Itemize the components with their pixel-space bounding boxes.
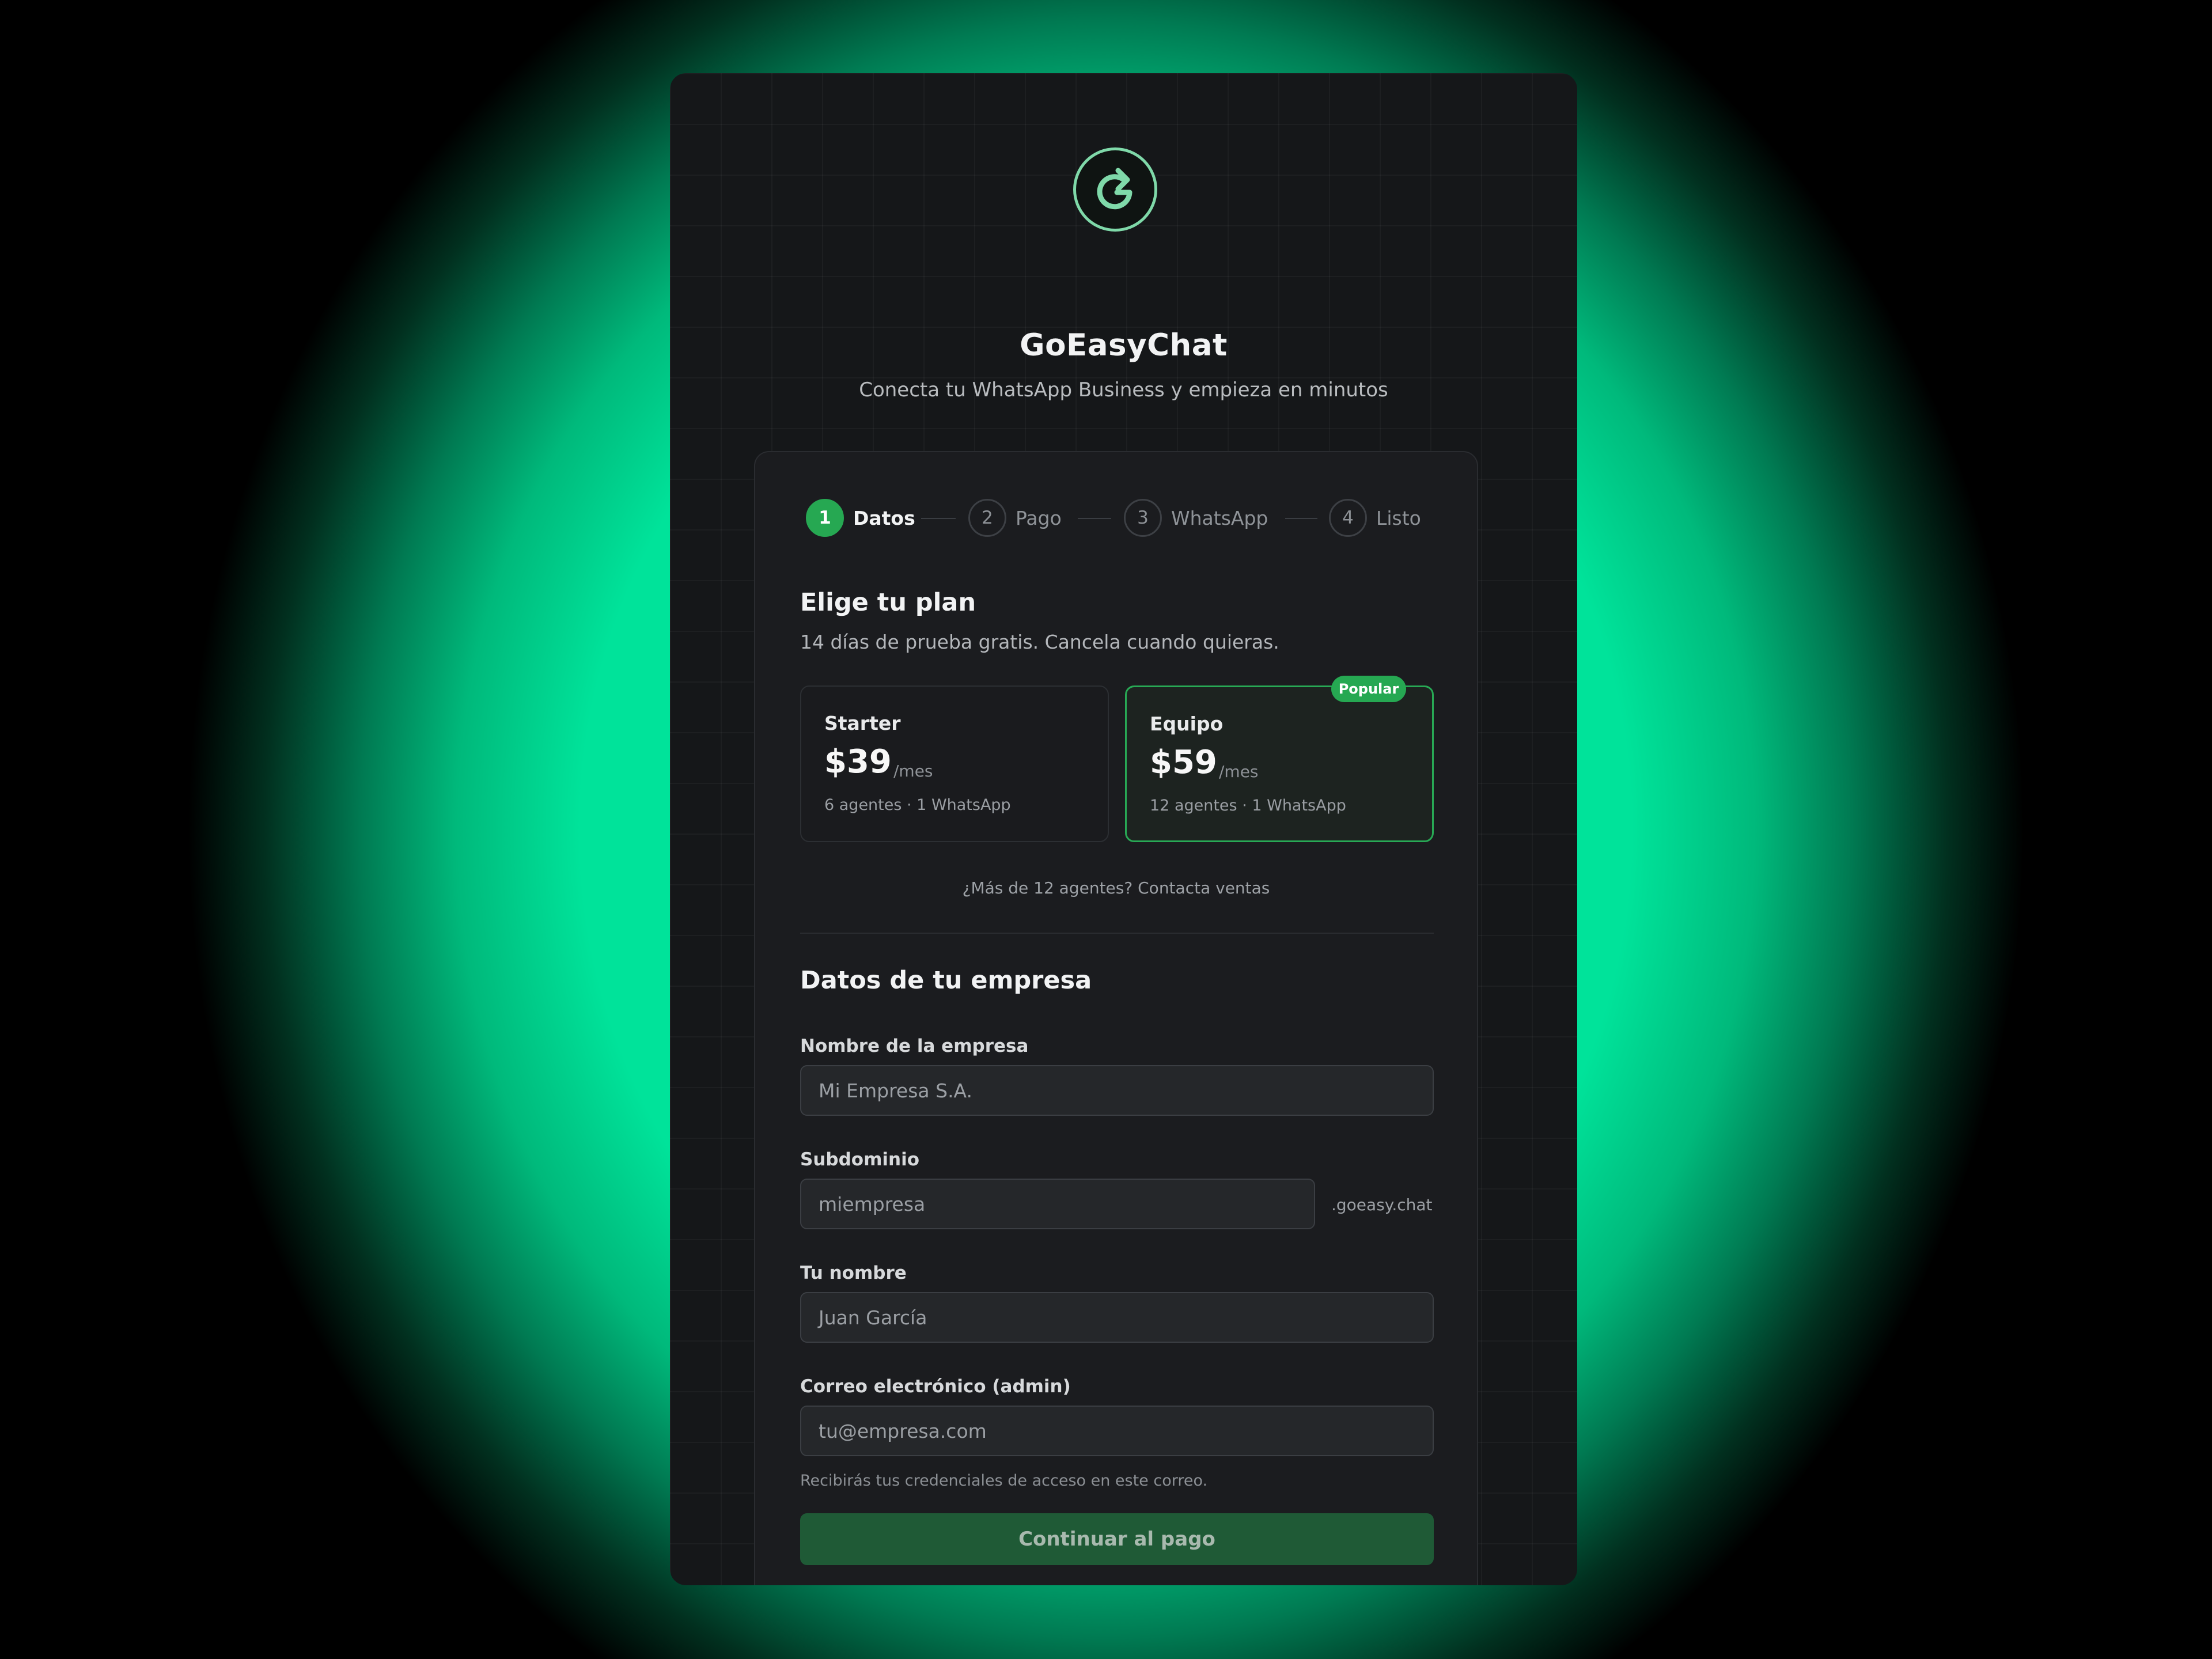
email-label: Correo electrónico (admin) xyxy=(800,1376,1071,1397)
continue-to-payment-button[interactable]: Continuar al pago xyxy=(800,1513,1434,1565)
step-connector xyxy=(1078,518,1111,519)
plan-description: 12 agentes · 1 WhatsApp xyxy=(1150,797,1346,815)
plan-price: $59 xyxy=(1150,744,1217,781)
step-number: 3 xyxy=(1124,499,1162,537)
stepper: 1 Datos 2 Pago 3 WhatsApp 4 Listo xyxy=(755,497,1477,539)
step-number: 2 xyxy=(968,499,1006,537)
step-datos[interactable]: 1 Datos xyxy=(806,497,915,539)
plan-card-equipo[interactable]: Equipo $59 /mes 12 agentes · 1 WhatsApp xyxy=(1125,685,1434,842)
plan-period: /mes xyxy=(1219,762,1259,781)
brand-logo xyxy=(1073,147,1157,232)
plan-price: $39 xyxy=(824,743,892,781)
your-name-input[interactable]: Juan García xyxy=(800,1292,1434,1343)
step-connector xyxy=(1285,518,1317,519)
header: GoEasyChat Conecta tu WhatsApp Business … xyxy=(670,73,1577,442)
contact-sales-link[interactable]: ¿Más de 12 agentes? Contacta ventas xyxy=(755,878,1477,897)
app-title: GoEasyChat xyxy=(1020,328,1228,363)
step-number: 4 xyxy=(1329,499,1367,537)
step-whatsapp[interactable]: 3 WhatsApp xyxy=(1124,497,1268,539)
company-section-title: Datos de tu empresa xyxy=(800,966,1092,995)
step-number: 1 xyxy=(806,499,844,537)
email-input[interactable]: tu@empresa.com xyxy=(800,1406,1434,1456)
step-label: Pago xyxy=(1016,506,1062,529)
step-label: Listo xyxy=(1376,506,1421,529)
subdomain-suffix: .goeasy.chat xyxy=(1331,1195,1433,1214)
subdomain-input[interactable]: miempresa xyxy=(800,1179,1315,1229)
subdomain-label: Subdominio xyxy=(800,1149,919,1170)
company-name-label: Nombre de la empresa xyxy=(800,1036,1029,1056)
your-name-label: Tu nombre xyxy=(800,1263,907,1283)
plan-name: Starter xyxy=(824,712,901,734)
step-connector xyxy=(921,518,956,519)
app-tagline: Conecta tu WhatsApp Business y empieza e… xyxy=(859,378,1388,402)
plan-period: /mes xyxy=(893,762,933,781)
signup-window: GoEasyChat Conecta tu WhatsApp Business … xyxy=(670,73,1577,1585)
popular-badge: Popular xyxy=(1331,676,1406,702)
step-label: WhatsApp xyxy=(1171,506,1268,529)
step-listo[interactable]: 4 Listo xyxy=(1329,497,1421,539)
plan-section-subtitle: 14 días de prueba gratis. Cancela cuando… xyxy=(800,631,1279,653)
refresh-arrow-icon xyxy=(1097,168,1132,210)
step-pago[interactable]: 2 Pago xyxy=(968,497,1062,539)
plan-card-starter[interactable]: Starter $39 /mes 6 agentes · 1 WhatsApp xyxy=(800,685,1109,842)
plan-name: Equipo xyxy=(1150,713,1224,735)
plan-section-title: Elige tu plan xyxy=(800,588,976,617)
email-hint: Recibirás tus credenciales de acceso en … xyxy=(800,1472,1208,1490)
section-divider xyxy=(800,933,1434,934)
plan-description: 6 agentes · 1 WhatsApp xyxy=(824,796,1011,814)
company-name-input[interactable]: Mi Empresa S.A. xyxy=(800,1065,1434,1116)
signup-card: 1 Datos 2 Pago 3 WhatsApp 4 Listo Elige … xyxy=(754,451,1478,1585)
step-label: Datos xyxy=(853,506,915,529)
